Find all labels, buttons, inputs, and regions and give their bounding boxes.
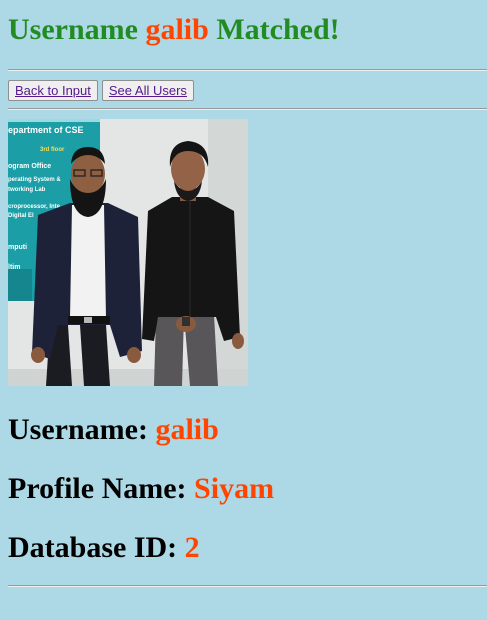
sign-line-2: 3rd floor xyxy=(40,147,65,153)
sign-line-8: mputi xyxy=(8,244,27,251)
nav-buttons: Back to Input See All Users xyxy=(8,80,194,102)
back-to-input-button[interactable]: Back to Input xyxy=(8,80,98,101)
sign-line-5: tworking Lab xyxy=(8,187,46,193)
profile-name-line: Profile Name: Siyam xyxy=(8,471,274,507)
title-username: galib xyxy=(145,13,209,46)
database-id-label: Database ID: xyxy=(8,531,185,564)
buttons-divider xyxy=(8,108,487,110)
sign-line-9: ltim xyxy=(8,264,20,271)
database-id-value: 2 xyxy=(184,531,200,564)
profile-name-label: Profile Name: xyxy=(8,472,195,505)
title-prefix: Username xyxy=(8,13,146,46)
sign-line-1: epartment of CSE xyxy=(8,125,84,135)
profile-photo-graphic: epartment of CSE 3rd floor ogram Office … xyxy=(8,119,248,386)
sign-line-7: Digital El xyxy=(8,213,34,219)
sign-line-6: croprocessor, Inte xyxy=(8,204,61,210)
username-line: Username: galib xyxy=(8,412,219,448)
username-label: Username: xyxy=(8,413,156,446)
page-title: Username galib Matched! xyxy=(8,10,340,50)
database-id-line: Database ID: 2 xyxy=(8,530,200,566)
bottom-divider xyxy=(8,585,487,587)
top-divider xyxy=(8,69,487,71)
sign-line-3: ogram Office xyxy=(8,163,51,170)
sign-line-4: perating System & xyxy=(8,177,61,183)
username-value: galib xyxy=(155,413,219,446)
see-all-users-button[interactable]: See All Users xyxy=(101,80,194,101)
profile-photo: epartment of CSE 3rd floor ogram Office … xyxy=(8,119,248,386)
title-suffix: Matched! xyxy=(208,13,340,46)
profile-name-value: Siyam xyxy=(194,472,275,505)
